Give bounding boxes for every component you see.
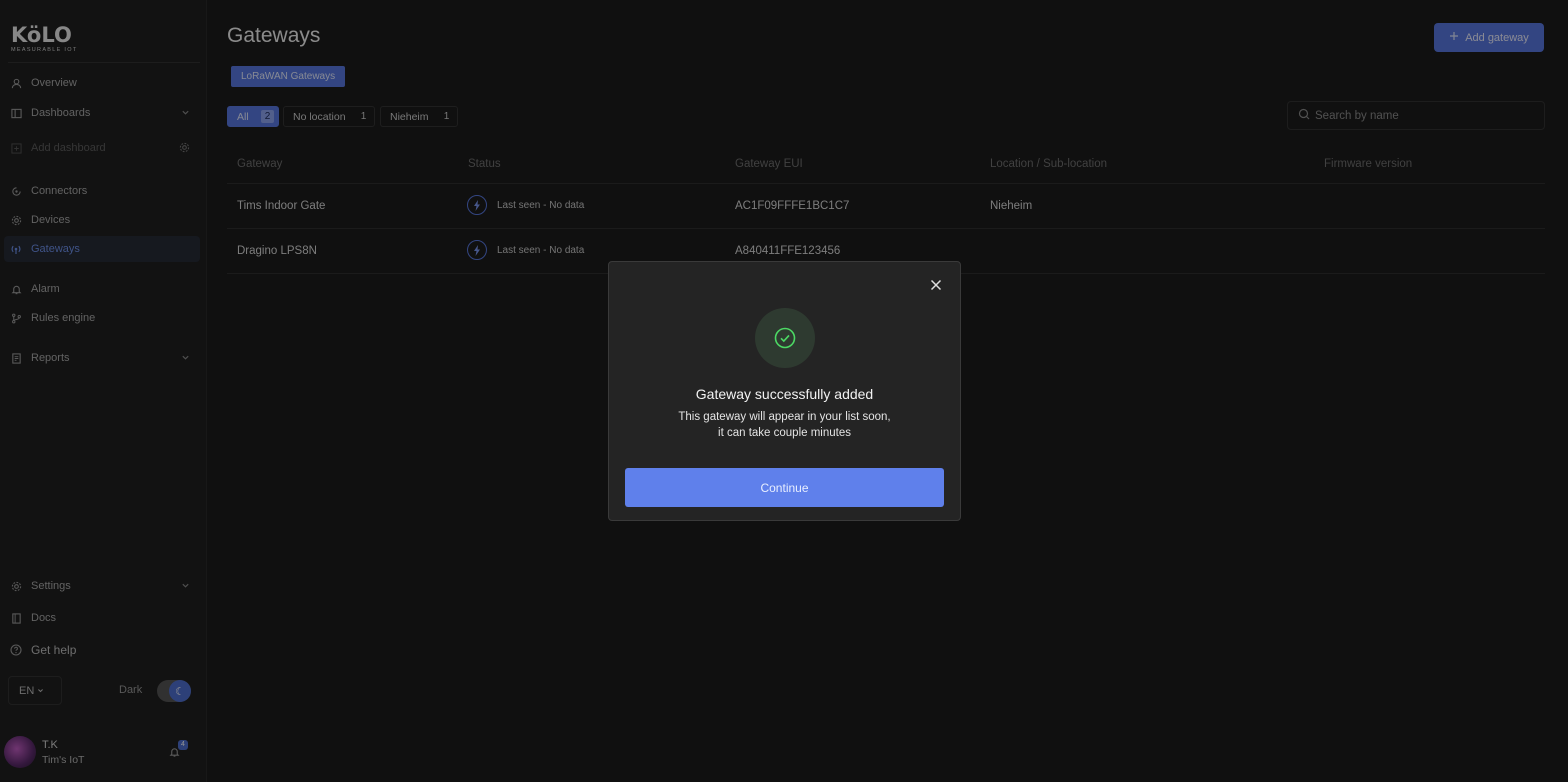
close-icon[interactable] bbox=[927, 276, 945, 294]
dialog-description-line: This gateway will appear in your list so… bbox=[678, 411, 891, 423]
success-dialog: Gateway successfully added This gateway … bbox=[608, 261, 961, 521]
success-check-icon bbox=[755, 308, 815, 368]
continue-button[interactable]: Continue bbox=[625, 468, 944, 507]
app: KöLO MEASURABLE IOT Overview Dashboards … bbox=[0, 0, 1568, 782]
dialog-description: This gateway will appear in your list so… bbox=[609, 409, 960, 441]
dialog-description-line: it can take couple minutes bbox=[718, 427, 851, 439]
dialog-title: Gateway successfully added bbox=[695, 386, 874, 402]
